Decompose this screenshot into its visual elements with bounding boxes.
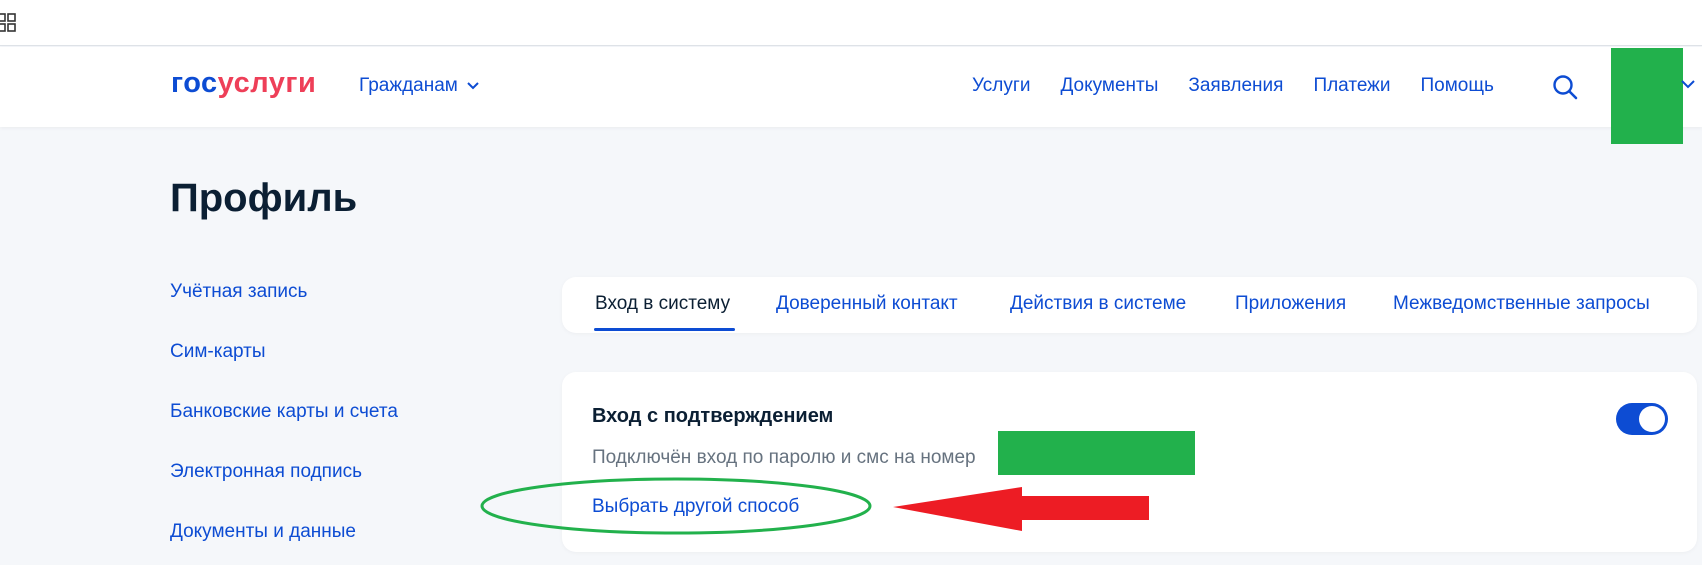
login-card-description: Подключён вход по паролю и смс на номер — [592, 447, 976, 468]
nav-help[interactable]: Помощь — [1421, 75, 1494, 97]
sidebar-item-bank-cards[interactable]: Банковские карты и счета — [170, 400, 398, 460]
grid-icon[interactable] — [0, 12, 17, 32]
main-nav: Услуги Документы Заявления Платежи Помощ… — [972, 75, 1494, 97]
tab-login[interactable]: Вход в систему — [595, 293, 730, 315]
nav-applications[interactable]: Заявления — [1188, 75, 1283, 97]
login-card-title: Вход с подтверждением — [592, 405, 834, 427]
sidebar-item-e-signature[interactable]: Электронная подпись — [170, 460, 398, 520]
phone-number-redacted — [998, 431, 1195, 475]
sidebar-item-documents-data[interactable]: Документы и данные — [170, 520, 398, 565]
nav-services[interactable]: Услуги — [972, 75, 1030, 97]
profile-tabs: Вход в систему Доверенный контакт Действ… — [562, 277, 1697, 333]
login-confirmation-card: Вход с подтверждением Подключён вход по … — [562, 372, 1697, 552]
toggle-knob — [1639, 406, 1665, 432]
active-tab-indicator — [594, 328, 735, 331]
nav-documents[interactable]: Документы — [1060, 75, 1158, 97]
logo-part-uslugi: услуги — [217, 67, 317, 99]
search-icon[interactable] — [1551, 73, 1579, 101]
profile-sidebar: Учётная запись Сим-карты Банковские карт… — [170, 280, 398, 565]
login-confirmation-toggle[interactable] — [1616, 403, 1668, 435]
nav-payments[interactable]: Платежи — [1313, 75, 1390, 97]
sidebar-item-account[interactable]: Учётная запись — [170, 280, 398, 340]
browser-top-strip — [0, 0, 1702, 46]
tab-system-actions[interactable]: Действия в системе — [1010, 293, 1186, 315]
tab-trusted-contact[interactable]: Доверенный контакт — [776, 293, 958, 315]
tab-applications[interactable]: Приложения — [1235, 293, 1346, 315]
sidebar-item-sim-cards[interactable]: Сим-карты — [170, 340, 398, 400]
chevron-down-icon[interactable] — [1680, 79, 1696, 91]
audience-dropdown-label: Гражданам — [359, 75, 458, 96]
tab-interagency-requests[interactable]: Межведомственные запросы — [1393, 293, 1650, 315]
choose-other-method-link[interactable]: Выбрать другой способ — [592, 496, 799, 518]
site-header: госуслуги Гражданам Услуги Документы Зая… — [0, 47, 1702, 144]
page-title: Профиль — [170, 176, 358, 220]
gosuslugi-logo[interactable]: госуслуги — [171, 67, 316, 100]
user-avatar-redacted[interactable] — [1611, 48, 1683, 144]
logo-part-gos: гос — [171, 67, 218, 99]
chevron-down-icon — [467, 82, 479, 90]
audience-dropdown[interactable]: Гражданам — [359, 75, 480, 97]
